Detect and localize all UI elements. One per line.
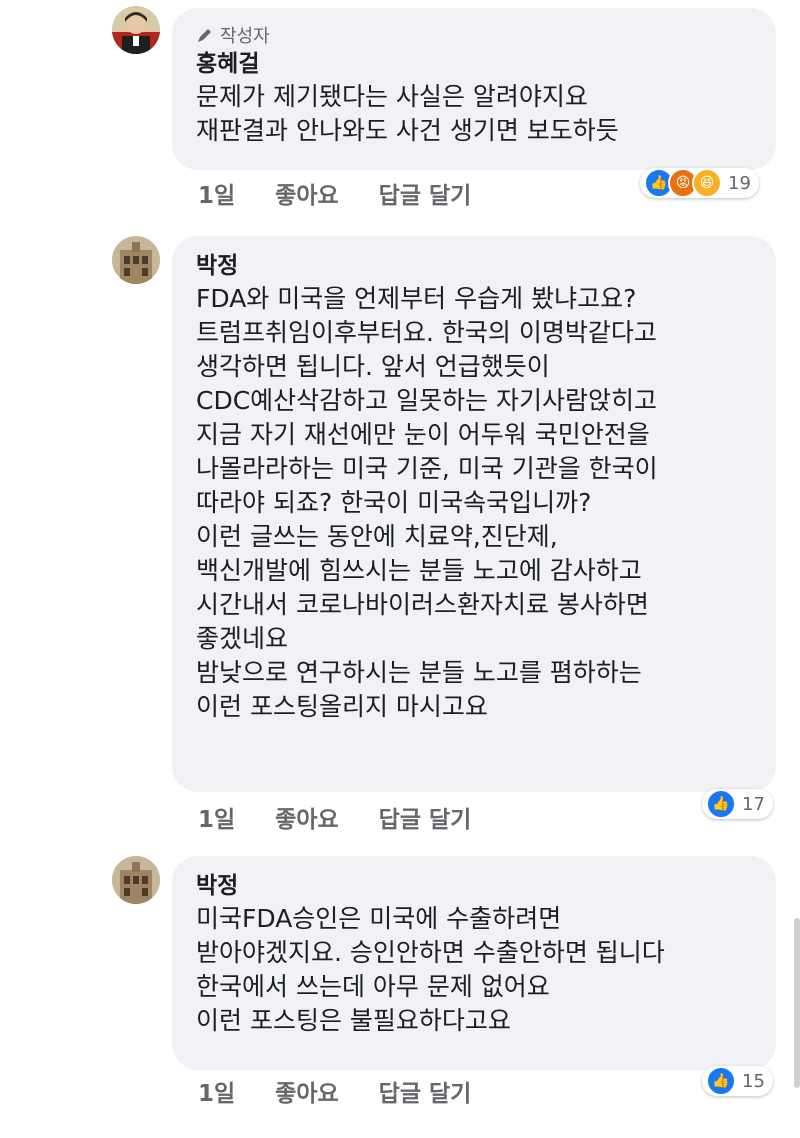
- comment-actions: 1일 좋아요 답글 달기: [198, 176, 471, 210]
- comment-timestamp[interactable]: 1일: [198, 176, 235, 210]
- comment-actions: 1일 좋아요 답글 달기: [198, 1074, 471, 1108]
- comment-timestamp[interactable]: 1일: [198, 800, 235, 834]
- comment-text-line: 나몰라라하는 미국 기준, 미국 기관을 한국이: [196, 454, 658, 483]
- reply-button[interactable]: 답글 달기: [379, 176, 472, 210]
- comment-text-line: 백신개발에 힘쓰시는 분들 노고에 감사하고: [196, 556, 642, 585]
- comment-text-line: 트럼프취임이후부터요. 한국의 이명박같다고: [196, 318, 657, 347]
- avatar[interactable]: [112, 236, 160, 284]
- pencil-icon: [198, 29, 211, 42]
- comment-text-line: 이런 포스팅은 불필요하다고요: [196, 1006, 511, 1035]
- comment-text-line: 따라야 되죠? 한국이 미국속국입니까?: [196, 488, 592, 517]
- avatar[interactable]: [112, 856, 160, 904]
- comment-text-line: 이런 포스팅올리지 마시고요: [196, 692, 488, 721]
- like-icon: 👍: [706, 789, 736, 819]
- comment-bubble: 박정 미국FDA승인은 미국에 수출하려면 받아야겠지요. 승인안하면 수출안하…: [172, 856, 776, 1070]
- reaction-summary[interactable]: 👍 😡 😆 19: [640, 168, 759, 198]
- comment-text-line: 시간내서 코로나바이러스환자치료 봉사하면: [196, 590, 649, 619]
- like-button[interactable]: 좋아요: [275, 800, 338, 834]
- comment-text-line: 받아야겠지요. 승인안하면 수출안하면 됩니다: [196, 938, 665, 967]
- haha-icon: 😆: [692, 168, 722, 198]
- comment-text-line: 문제가 제기됐다는 사실은 알려야지요: [196, 82, 588, 111]
- comment-text-line: 밤낮으로 연구하시는 분들 노고를 폄하하는: [196, 658, 642, 687]
- like-icon: 👍: [706, 1066, 736, 1096]
- comment-author[interactable]: 홍혜걸: [196, 48, 752, 80]
- comment-text-line: CDC예산삭감하고 일못하는 자기사람앉히고: [196, 386, 658, 415]
- comment-text-line: 좋겠네요: [196, 624, 289, 653]
- reply-button[interactable]: 답글 달기: [379, 1074, 472, 1108]
- comment-bubble: 박정 FDA와 미국을 언제부터 우습게 봤냐고요? 트럼프취임이후부터요. 한…: [172, 236, 776, 792]
- avatar[interactable]: [112, 6, 160, 54]
- like-button[interactable]: 좋아요: [275, 1074, 338, 1108]
- author-badge-label: 작성자: [220, 26, 270, 47]
- comment-text-line: 한국에서 쓰는데 아무 문제 없어요: [196, 972, 550, 1001]
- reaction-summary[interactable]: 👍 15: [702, 1066, 773, 1096]
- scrollbar[interactable]: [794, 918, 800, 1088]
- reaction-count: 15: [742, 1070, 765, 1092]
- comment-text-line: 재판결과 안나와도 사건 생기면 보도하듯: [196, 116, 619, 145]
- comment-text-line: 이런 글쓰는 동안에 치료약,진단제,: [196, 522, 558, 551]
- comment-timestamp[interactable]: 1일: [198, 1074, 235, 1108]
- comment-text-line: 지금 자기 재선에만 눈이 어두워 국민안전을: [196, 420, 650, 449]
- comment-text-line: FDA와 미국을 언제부터 우습게 봤냐고요?: [196, 284, 637, 313]
- reaction-count: 17: [742, 793, 765, 815]
- reply-button[interactable]: 답글 달기: [379, 800, 472, 834]
- comment-bubble: 작성자 홍혜걸 문제가 제기됐다는 사실은 알려야지요 재판결과 안나와도 사건…: [172, 8, 776, 170]
- author-badge: 작성자: [196, 22, 752, 48]
- comment-text-line: 생각하면 됩니다. 앞서 언급했듯이: [196, 352, 550, 381]
- reaction-count: 19: [728, 172, 751, 194]
- comment-actions: 1일 좋아요 답글 달기: [198, 800, 471, 834]
- comment-text-line: 미국FDA승인은 미국에 수출하려면: [196, 904, 562, 933]
- like-button[interactable]: 좋아요: [275, 176, 338, 210]
- reaction-summary[interactable]: 👍 17: [702, 789, 773, 819]
- comment-author[interactable]: 박정: [196, 870, 752, 902]
- comment-author[interactable]: 박정: [196, 250, 752, 282]
